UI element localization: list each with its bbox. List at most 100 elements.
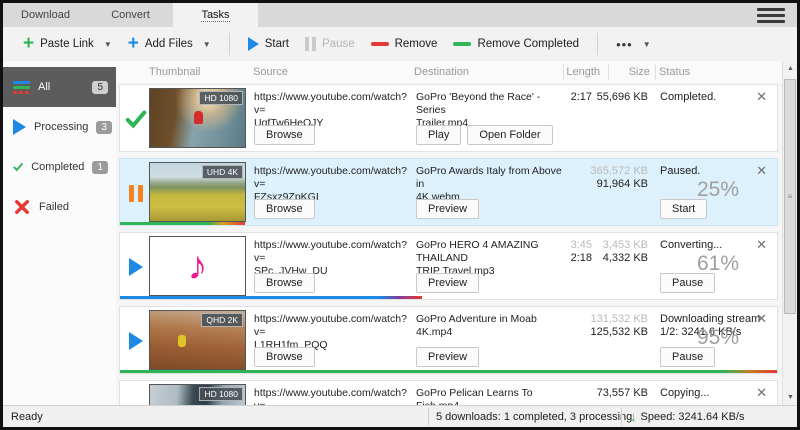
sidebar-item-completed[interactable]: Completed 1 <box>3 147 116 187</box>
toolbar-separator <box>229 33 230 55</box>
column-separator <box>563 64 564 80</box>
sidebar-failed-label: Failed <box>39 201 69 213</box>
processing-count-badge: 3 <box>96 121 112 134</box>
check-icon <box>13 158 23 176</box>
all-tasks-icon <box>13 81 30 94</box>
rows-container: HD 1080 https://www.youtube.com/watch?v=… <box>116 83 782 405</box>
paste-link-label: Paste Link <box>40 38 94 50</box>
preview-button[interactable]: Preview <box>416 347 479 367</box>
pause-label: Pause <box>322 38 355 50</box>
content-area: All 5 Processing 3 Completed 1 Failed Th… <box>3 61 797 405</box>
quality-badge: HD 1080 <box>199 387 243 401</box>
task-row-paused[interactable]: UHD 4K https://www.youtube.com/watch?v=F… <box>119 158 778 226</box>
x-icon <box>13 198 31 216</box>
scroll-up-icon[interactable]: ▲ <box>783 61 798 76</box>
play-button[interactable]: Play <box>416 125 461 145</box>
start-label: Start <box>265 38 289 50</box>
downloads-summary: 5 downloads: 1 completed, 3 processing <box>436 411 632 423</box>
minus-icon <box>371 42 389 46</box>
task-row-converting[interactable]: ♪ https://www.youtube.com/watch?v=SPc_JV… <box>119 232 778 300</box>
play-icon <box>13 119 26 135</box>
close-icon[interactable]: ✕ <box>756 311 767 327</box>
plus-icon: + <box>23 37 34 51</box>
quality-badge: UHD 4K <box>202 165 243 179</box>
start-button[interactable]: Start <box>660 199 707 219</box>
start-button[interactable]: Start <box>242 33 295 55</box>
sidebar-completed-label: Completed <box>31 161 84 173</box>
browse-button[interactable]: Browse <box>254 347 315 367</box>
sidebar-item-all[interactable]: All 5 <box>3 67 116 107</box>
browse-button[interactable]: Browse <box>254 199 315 219</box>
cyclist-figure <box>194 111 203 124</box>
remove-completed-label: Remove Completed <box>477 38 579 50</box>
scroll-down-icon[interactable]: ▼ <box>783 390 798 405</box>
close-icon[interactable]: ✕ <box>756 163 767 179</box>
chevron-down-icon[interactable]: ▼ <box>104 40 112 49</box>
quality-badge: HD 1080 <box>199 91 243 105</box>
close-icon[interactable]: ✕ <box>756 89 767 105</box>
video-thumbnail: QHD 2K <box>149 310 246 370</box>
all-count-badge: 5 <box>92 81 108 94</box>
col-thumbnail[interactable]: Thumbnail <box>149 66 200 78</box>
app-window: Download Convert Tasks + Paste Link ▼ + … <box>0 0 800 430</box>
play-icon <box>124 255 148 279</box>
col-destination[interactable]: Destination <box>414 66 469 78</box>
browse-button[interactable]: Browse <box>254 273 315 293</box>
remove-label: Remove <box>395 38 438 50</box>
task-row-completed[interactable]: HD 1080 https://www.youtube.com/watch?v=… <box>119 84 778 152</box>
status-ready: Ready <box>11 411 43 423</box>
task-row-downloading[interactable]: QHD 2K https://www.youtube.com/watch?v=L… <box>119 306 778 374</box>
check-icon <box>124 107 148 131</box>
video-thumbnail: HD 1080 <box>149 384 246 405</box>
vertical-scrollbar[interactable]: ▲ ≡ ▼ <box>782 61 797 405</box>
tab-bar: Download Convert Tasks <box>3 3 797 27</box>
sidebar-item-processing[interactable]: Processing 3 <box>3 107 116 147</box>
video-thumbnail: HD 1080 <box>149 88 246 148</box>
minus-icon <box>453 42 471 46</box>
paste-link-button[interactable]: + Paste Link ▼ <box>17 33 118 55</box>
sidebar-all-label: All <box>38 81 50 93</box>
pause-button[interactable]: Pause <box>660 273 715 293</box>
sidebar-item-failed[interactable]: Failed <box>3 187 116 227</box>
statusbar-separator <box>621 408 622 426</box>
add-files-label: Add Files <box>145 38 193 50</box>
tab-tasks[interactable]: Tasks <box>173 3 258 27</box>
pause-icon <box>305 37 316 51</box>
destination-file: GoPro Pelican Learns To Fish.mp4 <box>416 387 562 405</box>
tab-download[interactable]: Download <box>3 3 88 27</box>
col-status[interactable]: Status <box>659 66 690 78</box>
close-icon[interactable]: ✕ <box>756 237 767 253</box>
hamburger-menu-icon[interactable] <box>757 8 785 23</box>
progress-bar <box>120 370 777 373</box>
remove-button[interactable]: Remove <box>365 34 444 54</box>
play-icon <box>124 329 148 353</box>
size-cell: 365,572 KB91,964 KB <box>574 165 648 191</box>
task-list: Thumbnail Source Destination Length Size… <box>116 61 797 405</box>
source-url: https://www.youtube.com/watch?v=ay9zmOWU… <box>254 387 409 405</box>
tab-tasks-label: Tasks <box>201 9 229 22</box>
speed-text: Speed: 3241.64 KB/s <box>641 411 745 423</box>
task-row-copying[interactable]: HD 1080 https://www.youtube.com/watch?v=… <box>119 380 778 405</box>
chevron-down-icon[interactable]: ▼ <box>203 40 211 49</box>
col-source[interactable]: Source <box>253 66 288 78</box>
preview-button[interactable]: Preview <box>416 199 479 219</box>
play-icon <box>248 37 259 51</box>
more-menu-button[interactable]: ••• ▼ <box>610 33 657 56</box>
destination-file: GoPro Adventure in Moab 4K.mp4 <box>416 313 562 339</box>
plus-icon: + <box>128 37 139 51</box>
scrollbar-thumb[interactable]: ≡ <box>784 79 796 314</box>
col-size[interactable]: Size <box>578 66 650 78</box>
remove-completed-button[interactable]: Remove Completed <box>447 34 585 54</box>
open-folder-button[interactable]: Open Folder <box>467 125 552 145</box>
size-cell: 55,696 KB <box>574 91 648 104</box>
preview-button[interactable]: Preview <box>416 273 479 293</box>
quality-badge: QHD 2K <box>201 313 243 327</box>
pause-button[interactable]: Pause <box>660 347 715 367</box>
close-icon[interactable]: ✕ <box>756 385 767 401</box>
tab-convert-label: Convert <box>111 9 150 21</box>
pause-button[interactable]: Pause <box>299 33 361 55</box>
tab-convert[interactable]: Convert <box>88 3 173 27</box>
browse-button[interactable]: Browse <box>254 125 315 145</box>
completed-count-badge: 1 <box>92 161 108 174</box>
add-files-button[interactable]: + Add Files ▼ <box>122 33 217 55</box>
